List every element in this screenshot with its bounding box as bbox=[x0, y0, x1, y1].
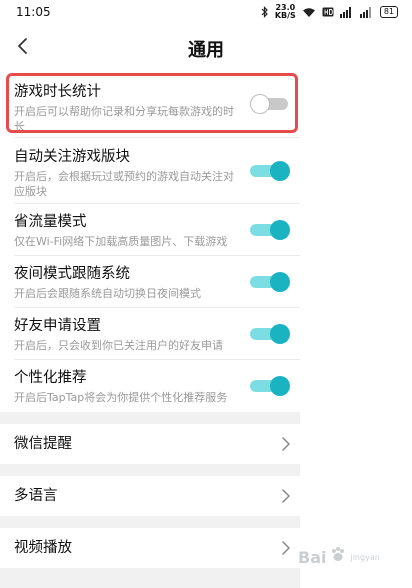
section-divider bbox=[0, 568, 300, 588]
setting-personalized: 个性化推荐 开启后TapTap将会为你提供个性化推荐服务 bbox=[0, 362, 300, 410]
setting-game-duration: 游戏时长统计 开启后可以帮助你记录和分享玩每款游戏的时长 bbox=[0, 76, 300, 134]
divider bbox=[14, 359, 300, 360]
speed-unit: KB/S bbox=[274, 11, 296, 20]
setting-auto-follow: 自动关注游戏版块 开启后，会根据玩过或预约的游戏自动关注对应版块 bbox=[0, 143, 300, 199]
setting-title: 自动关注游戏版块 bbox=[14, 149, 130, 165]
divider bbox=[14, 307, 300, 308]
toggle-knob bbox=[250, 94, 270, 114]
toggle-knob bbox=[270, 324, 290, 344]
link-label: 视频播放 bbox=[14, 540, 72, 556]
setting-desc: 开启后TapTap将会为你提供个性化推荐服务 bbox=[14, 391, 228, 404]
toggle-knob bbox=[270, 161, 290, 181]
personalized-toggle[interactable] bbox=[250, 375, 290, 397]
setting-desc: 开启后可以帮助你记录和分享玩每款游戏的时长 bbox=[14, 105, 234, 133]
setting-desc: 仅在Wi-Fi网络下加载高质量图片、下载游戏 bbox=[14, 235, 228, 248]
status-icons: 23.0 KB/S 81 bbox=[261, 4, 398, 20]
setting-desc: 开启后，只会收到你已关注用户的好友申请 bbox=[14, 339, 223, 352]
setting-data-saver: 省流量模式 仅在Wi-Fi网络下加载高质量图片、下载游戏 bbox=[0, 206, 300, 254]
friend-request-toggle[interactable] bbox=[250, 323, 290, 345]
divider bbox=[14, 255, 300, 256]
setting-title: 好友申请设置 bbox=[14, 318, 101, 334]
setting-text: 自动关注游戏版块 开启后，会根据玩过或预约的游戏自动关注对应版块 bbox=[14, 147, 236, 199]
divider bbox=[14, 137, 300, 138]
setting-text: 个性化推荐 开启后TapTap将会为你提供个性化推荐服务 bbox=[14, 368, 236, 405]
setting-title: 省流量模式 bbox=[14, 214, 87, 230]
setting-title: 夜间模式跟随系统 bbox=[14, 266, 130, 282]
battery-icon: 81 bbox=[379, 6, 398, 18]
setting-text: 省流量模式 仅在Wi-Fi网络下加载高质量图片、下载游戏 bbox=[14, 212, 236, 249]
nav-bar: 通用 bbox=[0, 24, 412, 74]
setting-text: 游戏时长统计 开启后可以帮助你记录和分享玩每款游戏的时长 bbox=[14, 82, 236, 134]
back-button[interactable] bbox=[8, 34, 36, 62]
night-mode-toggle[interactable] bbox=[250, 271, 290, 293]
hd-icon bbox=[322, 7, 334, 17]
watermark: Bai jingyan bbox=[298, 534, 406, 580]
status-bar: 11:05 23.0 KB/S 81 bbox=[0, 0, 412, 24]
section-divider bbox=[0, 412, 300, 424]
toggle-knob bbox=[270, 220, 290, 240]
setting-desc: 开启后会跟随系统自动切换日夜间模式 bbox=[14, 287, 201, 300]
setting-night-mode: 夜间模式跟随系统 开启后会跟随系统自动切换日夜间模式 bbox=[0, 258, 300, 306]
bluetooth-icon bbox=[261, 6, 269, 18]
link-label: 多语言 bbox=[14, 488, 58, 504]
setting-title: 个性化推荐 bbox=[14, 370, 87, 386]
setting-title: 游戏时长统计 bbox=[14, 84, 101, 100]
divider bbox=[14, 203, 300, 204]
signal2-icon bbox=[359, 6, 374, 18]
chevron-right-icon bbox=[280, 436, 292, 452]
speed-icon: 23.0 KB/S bbox=[275, 4, 296, 20]
chevron-right-icon bbox=[280, 488, 292, 504]
section-divider bbox=[0, 464, 300, 476]
signal-icon bbox=[339, 6, 354, 18]
link-language[interactable]: 多语言 bbox=[0, 476, 300, 516]
setting-desc: 开启后，会根据玩过或预约的游戏自动关注对应版块 bbox=[14, 170, 234, 198]
game-duration-toggle[interactable] bbox=[250, 93, 288, 115]
watermark-text: Bai bbox=[298, 547, 327, 567]
link-video-playback[interactable]: 视频播放 bbox=[0, 528, 300, 568]
section-divider bbox=[0, 516, 300, 528]
setting-friend-request: 好友申请设置 开启后，只会收到你已关注用户的好友申请 bbox=[0, 310, 300, 358]
chevron-left-icon bbox=[16, 37, 28, 59]
link-wechat-reminder[interactable]: 微信提醒 bbox=[0, 424, 300, 464]
page-title: 通用 bbox=[188, 40, 224, 61]
watermark-sub: jingyan bbox=[350, 552, 380, 562]
right-blank-area bbox=[300, 74, 412, 588]
data-saver-toggle[interactable] bbox=[250, 219, 290, 241]
setting-text: 夜间模式跟随系统 开启后会跟随系统自动切换日夜间模式 bbox=[14, 264, 236, 301]
wifi-icon bbox=[302, 7, 316, 18]
toggle-knob bbox=[270, 272, 290, 292]
auto-follow-toggle[interactable] bbox=[250, 160, 290, 182]
chevron-right-icon bbox=[280, 540, 292, 556]
link-label: 微信提醒 bbox=[14, 436, 72, 452]
status-time: 11:05 bbox=[16, 5, 51, 19]
toggle-knob bbox=[270, 376, 290, 396]
setting-text: 好友申请设置 开启后，只会收到你已关注用户的好友申请 bbox=[14, 316, 236, 353]
paw-icon bbox=[329, 546, 347, 568]
